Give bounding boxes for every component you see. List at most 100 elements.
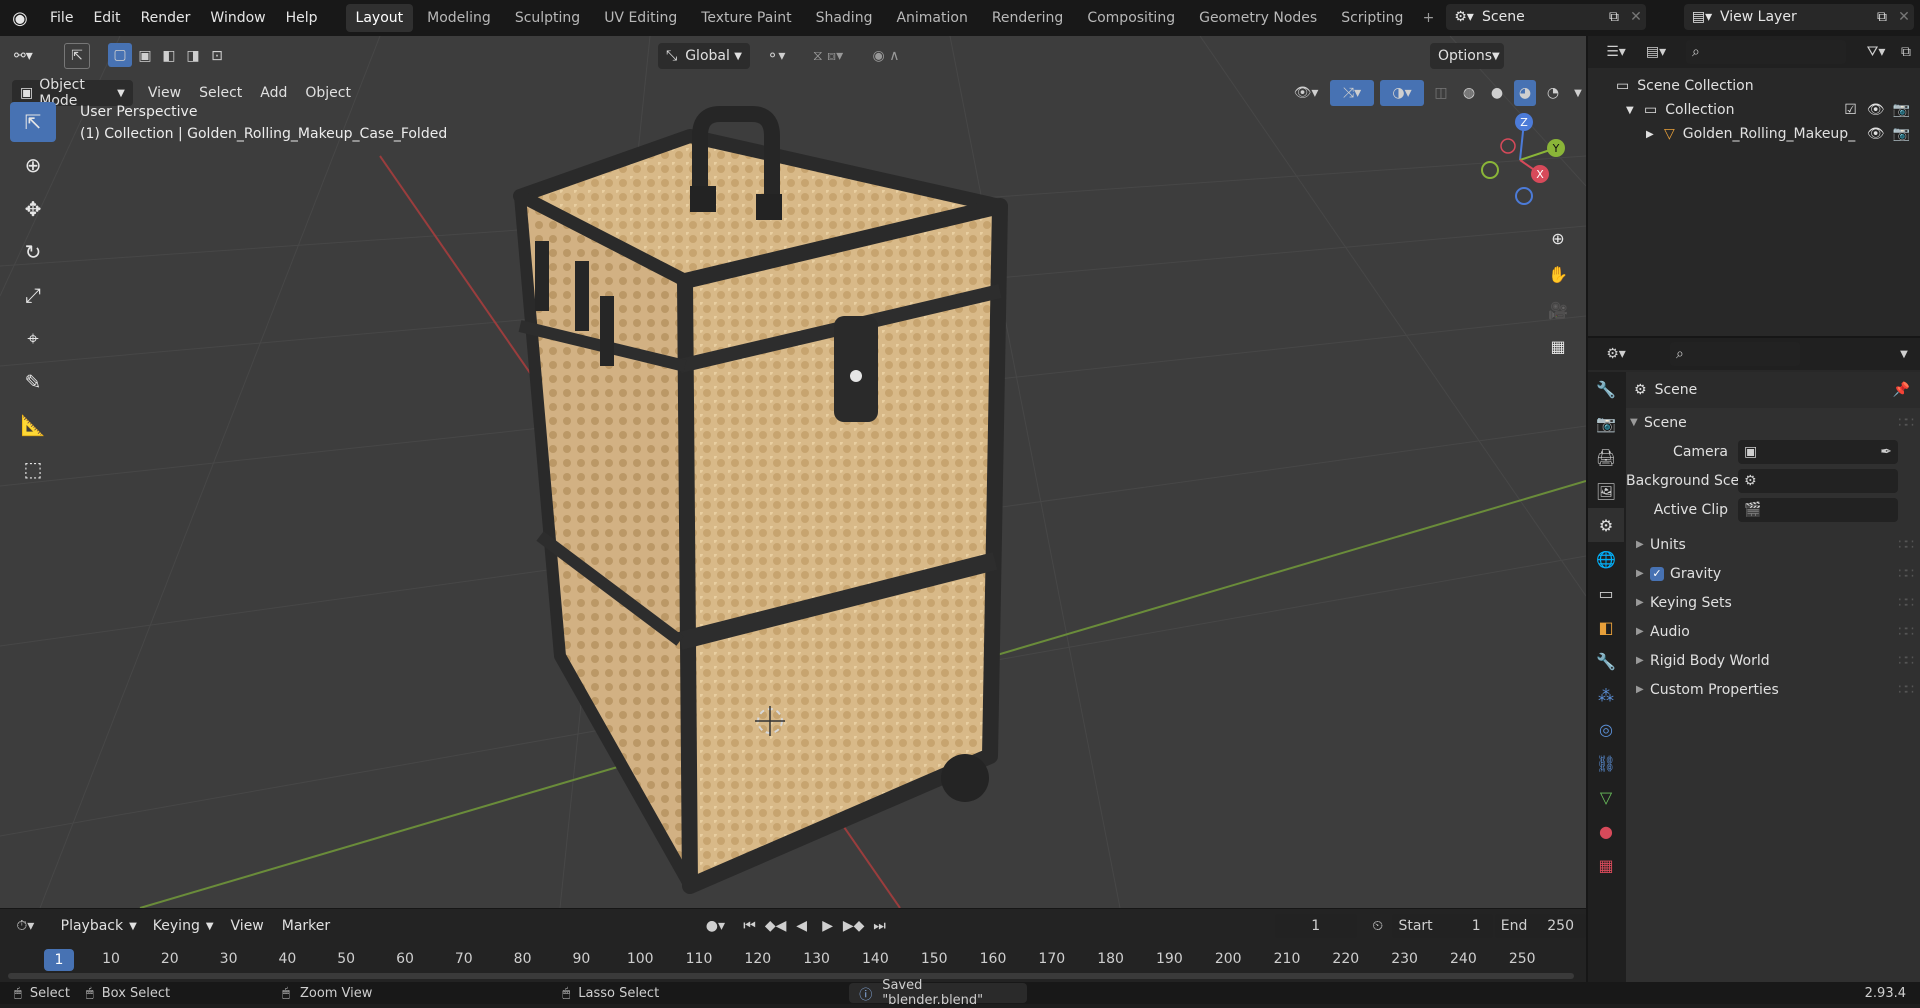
viewport-scene[interactable] [0, 36, 1586, 908]
drag-handle-icon[interactable]: ∷∷ [1898, 566, 1920, 582]
playback-menu[interactable]: Playback ▼ [53, 913, 145, 939]
move-tool-icon[interactable]: ✥ [10, 189, 56, 229]
tab-compositing[interactable]: Compositing [1077, 4, 1185, 32]
properties-editor-type-icon[interactable]: ⚙▾ [1598, 341, 1634, 367]
exclude-checkbox-icon[interactable]: ☑ [1844, 102, 1857, 118]
texture-tab-icon[interactable]: ▦ [1588, 848, 1624, 882]
view-layer-tab-icon[interactable]: 🖼 [1588, 474, 1624, 508]
add-workspace-icon[interactable]: + [1417, 4, 1439, 32]
menu-select[interactable]: Select [190, 85, 251, 101]
preview-range-icon[interactable]: ⏲ [1367, 913, 1389, 939]
chevron-down-icon[interactable]: ▼ [1894, 341, 1914, 367]
snap-icon[interactable]: ⧖ ⧈▾ [798, 43, 858, 69]
wireframe-shading-icon[interactable]: ◍ [1458, 80, 1480, 106]
filter-icon[interactable]: ⛛▾ [1858, 39, 1894, 65]
drag-handle-icon[interactable]: ∷∷ [1898, 653, 1920, 669]
timeline-menu-marker[interactable]: Marker [273, 918, 339, 934]
render-tab-icon[interactable]: 📷 [1588, 406, 1624, 440]
pivot-point-icon[interactable]: ⚬▾ [758, 43, 794, 69]
rigid-body-world-panel[interactable]: ▶ Rigid Body World ∷∷ [1626, 646, 1920, 675]
keying-menu[interactable]: Keying ▼ [145, 913, 222, 939]
play-reverse-icon[interactable]: ◀ [790, 913, 814, 939]
zoom-icon[interactable]: ⊕ [1542, 222, 1574, 254]
menu-object[interactable]: Object [296, 85, 360, 101]
modifier-tab-icon[interactable]: 🔧 [1588, 644, 1624, 678]
expand-icon[interactable]: ▶ [1646, 129, 1664, 140]
particles-tab-icon[interactable]: ⁂ [1588, 678, 1624, 712]
solid-shading-icon[interactable]: ● [1486, 80, 1508, 106]
physics-tab-icon[interactable]: ◎ [1588, 712, 1624, 746]
drag-handle-icon[interactable]: ∷∷ [1898, 682, 1920, 698]
end-frame-field[interactable]: End 250 [1494, 914, 1586, 938]
units-panel[interactable]: ▶ Units ∷∷ [1626, 530, 1920, 559]
remove-view-layer-icon[interactable]: ✕ [1894, 9, 1914, 25]
tab-sculpting[interactable]: Sculpting [505, 4, 590, 32]
properties-editor[interactable]: ⚙▾ ⌕ ▼ 🔧 📷 🖨 🖼 ⚙ 🌐 ▭ ◧ 🔧 ⁂ ◎ ⛓ ▽ ● ▦ ⚙ S… [1586, 336, 1920, 984]
visibility-eye-icon[interactable]: 👁 [1867, 126, 1885, 142]
active-clip-field[interactable]: 🎬 [1738, 497, 1898, 522]
blender-logo-icon[interactable]: ◉ [0, 0, 40, 36]
outliner-collection[interactable]: ▼ ▭ Collection ☑ 👁 📷 [1588, 98, 1920, 122]
new-scene-icon[interactable]: ⧉ [1602, 9, 1626, 25]
outliner[interactable]: ☰▾ ▤▾ ⌕ ⛛▾ ⧉ ▭ Scene Collection ▼ ▭ Coll… [1586, 36, 1920, 336]
material-shading-icon[interactable]: ◕ [1514, 80, 1536, 106]
custom-properties-panel[interactable]: ▶ Custom Properties ∷∷ [1626, 675, 1920, 704]
drag-handle-icon[interactable]: ∷∷ [1898, 537, 1920, 553]
transform-tool-icon[interactable]: ⌖ [10, 318, 56, 358]
world-tab-icon[interactable]: 🌐 [1588, 542, 1624, 576]
tab-animation[interactable]: Animation [886, 4, 977, 32]
editor-type-icon[interactable]: ⚯▾ [8, 43, 48, 69]
camera-view-icon[interactable]: 🎥 [1542, 294, 1574, 326]
rendered-shading-icon[interactable]: ◔ [1542, 80, 1564, 106]
drag-handle-icon[interactable]: ∷∷ [1898, 595, 1920, 611]
timeline-editor-type-icon[interactable]: ⏱▾ [10, 913, 41, 939]
constraints-tab-icon[interactable]: ⛓ [1588, 746, 1624, 780]
select-tool-icon[interactable]: ⇱ [64, 43, 90, 69]
menu-render[interactable]: Render [131, 0, 201, 36]
add-cube-tool-icon[interactable]: ⬚ [10, 449, 56, 489]
overlays-icon[interactable]: ◑▾ [1380, 80, 1424, 106]
drag-handle-icon[interactable]: ∷∷ [1898, 415, 1920, 431]
menu-view[interactable]: View [139, 85, 190, 101]
render-camera-icon[interactable]: 📷 [1893, 126, 1910, 142]
menu-edit[interactable]: Edit [83, 0, 130, 36]
select-box-tool-icon[interactable]: ⇱ [10, 102, 56, 142]
playhead-frame-badge[interactable]: 1 [44, 949, 74, 971]
scale-tool-icon[interactable]: ⤢ [10, 275, 56, 315]
scene-panel-header[interactable]: ▼ Scene ∷∷ [1626, 408, 1920, 437]
perspective-toggle-icon[interactable]: ▦ [1542, 330, 1574, 362]
background-scene-field[interactable]: ⚙ [1738, 468, 1898, 493]
output-tab-icon[interactable]: 🖨 [1588, 440, 1624, 474]
select-intersect-icon[interactable]: ⊡ [206, 43, 228, 69]
cursor-tool-icon[interactable]: ⊕ [10, 145, 56, 185]
select-invert-icon[interactable]: ◨ [182, 43, 204, 69]
save-report[interactable]: ⓘ Saved "blender.blend" [849, 978, 1028, 1008]
next-keyframe-icon[interactable]: ▶◆ [842, 913, 866, 939]
pan-hand-icon[interactable]: ✋ [1542, 258, 1574, 290]
drag-handle-icon[interactable]: ∷∷ [1898, 624, 1920, 640]
current-frame-field[interactable]: 1 [1274, 914, 1357, 938]
new-collection-icon[interactable]: ⧉ [1894, 39, 1918, 65]
outliner-object[interactable]: ▶ ▽ Golden_Rolling_Makeup_ 👁 📷 [1588, 122, 1920, 146]
eyedropper-icon[interactable]: ✒ [1880, 444, 1892, 460]
collection-tab-icon[interactable]: ▭ [1588, 576, 1624, 610]
outliner-editor-type-icon[interactable]: ☰▾ [1598, 39, 1634, 65]
3d-viewport[interactable]: ⚯▾ ⇱ ▢ ▣ ◧ ◨ ⊡ ⤡ Global ▼ ⚬▾ ⧖ ⧈▾ ◉ ∧ Op… [0, 36, 1586, 908]
expand-icon[interactable]: ▼ [1626, 105, 1644, 116]
object-tab-icon[interactable]: ◧ [1588, 610, 1624, 644]
remove-scene-icon[interactable]: ✕ [1626, 9, 1646, 25]
play-icon[interactable]: ▶ [816, 913, 840, 939]
measure-tool-icon[interactable]: 📐 [10, 405, 56, 445]
material-tab-icon[interactable]: ● [1588, 814, 1624, 848]
select-subtract-icon[interactable]: ◧ [158, 43, 180, 69]
select-extend-icon[interactable]: ▣ [134, 43, 156, 69]
data-tab-icon[interactable]: ▽ [1588, 780, 1624, 814]
record-icon[interactable]: ●▾ [699, 913, 731, 939]
menu-file[interactable]: File [40, 0, 83, 36]
menu-add[interactable]: Add [251, 85, 296, 101]
keying-sets-panel[interactable]: ▶ Keying Sets ∷∷ [1626, 588, 1920, 617]
timeline-menu-view[interactable]: View [222, 918, 273, 934]
properties-search-input[interactable]: ⌕ [1670, 342, 1800, 366]
shading-options-icon[interactable]: ▼ [1570, 80, 1586, 106]
jump-start-icon[interactable]: ⏮ [738, 913, 762, 939]
